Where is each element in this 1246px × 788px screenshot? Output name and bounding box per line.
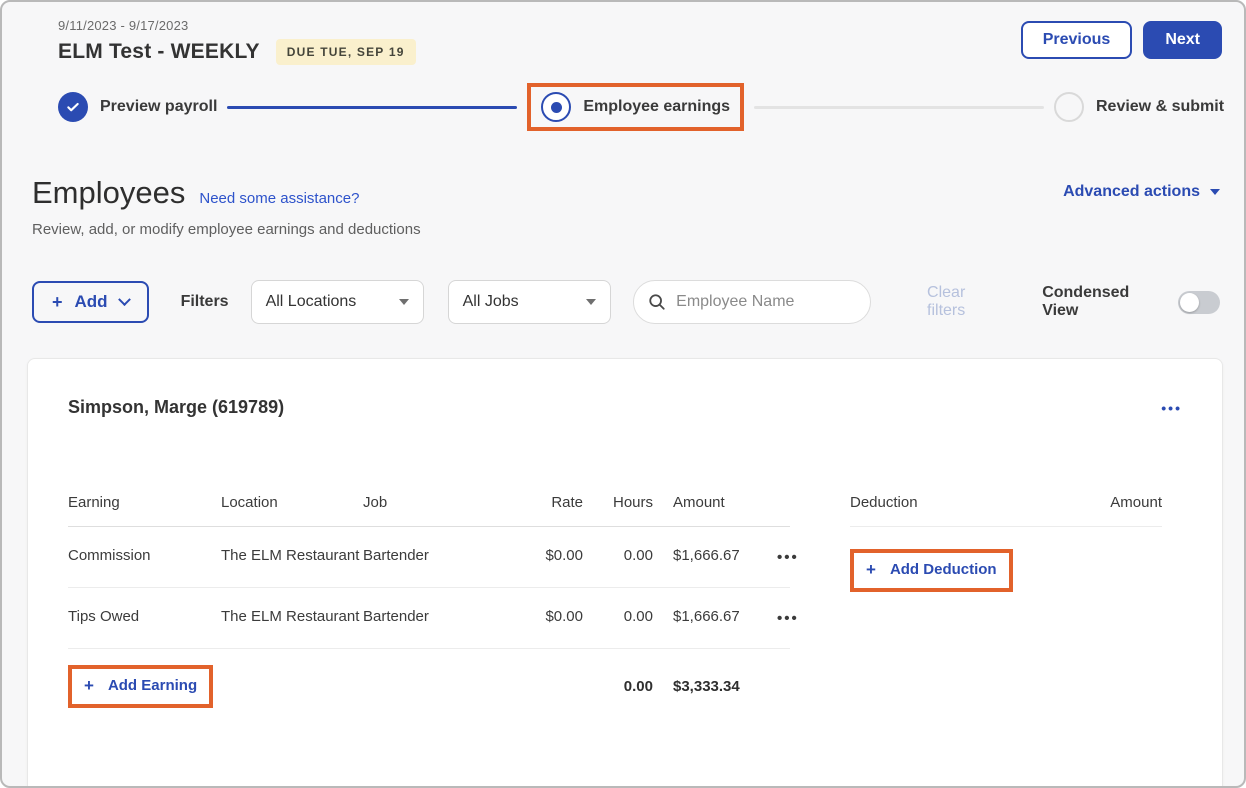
previous-button[interactable]: Previous	[1021, 21, 1133, 59]
employee-search[interactable]	[633, 280, 871, 324]
col-rate: Rate	[513, 492, 583, 514]
earning-hours: 0.00	[583, 606, 653, 628]
toggle-knob	[1180, 293, 1199, 312]
employee-name: Simpson, Marge (619789)	[68, 397, 284, 418]
advanced-actions-dropdown[interactable]: Advanced actions	[1063, 183, 1220, 201]
earning-row-menu-ellipsis-icon[interactable]: •••	[777, 545, 799, 569]
job-filter-value: All Jobs	[463, 293, 519, 311]
annotation-box-employee-earnings: Employee earnings	[527, 83, 744, 131]
search-icon	[648, 293, 666, 311]
add-earning-label: Add Earning	[108, 677, 197, 694]
earning-row: Tips Owed The ELM Restaurant Bartender $…	[68, 588, 790, 649]
col-earning: Earning	[68, 492, 221, 514]
clear-filters-button[interactable]: Clear filters	[927, 284, 1004, 320]
step-label: Employee earnings	[583, 98, 730, 116]
stepper-connector-done	[227, 106, 517, 109]
step-label: Review & submit	[1096, 98, 1224, 116]
radio-empty-icon	[1054, 92, 1084, 122]
filters-label: Filters	[181, 293, 229, 311]
total-hours: 0.00	[583, 676, 653, 698]
step-review-submit[interactable]: Review & submit	[1054, 92, 1224, 122]
earning-location: The ELM Restaurant	[221, 545, 363, 567]
col-deduction-amount: Amount	[1052, 492, 1162, 514]
step-preview-payroll[interactable]: Preview payroll	[58, 92, 217, 122]
caret-down-icon	[586, 299, 596, 305]
step-label: Preview payroll	[100, 98, 217, 116]
col-deduction: Deduction	[850, 492, 1052, 514]
col-job: Job	[363, 492, 513, 514]
earning-row-menu-ellipsis-icon[interactable]: •••	[777, 606, 799, 630]
page-header: 9/11/2023 - 9/17/2023 ELM Test - WEEKLY …	[2, 2, 1244, 65]
plus-icon: +	[866, 561, 876, 578]
col-location: Location	[221, 492, 363, 514]
earning-amount: $1,666.67	[653, 606, 777, 628]
annotation-box-add-deduction: + Add Deduction	[850, 549, 1013, 592]
annotation-box-add-earning: + Add Earning	[68, 665, 213, 708]
add-deduction-button[interactable]: + Add Deduction	[866, 561, 997, 578]
employee-search-input[interactable]	[676, 293, 856, 311]
employees-section-header: Employees Need some assistance? Review, …	[32, 175, 1220, 238]
caret-down-icon	[399, 299, 409, 305]
payroll-title: ELM Test - WEEKLY	[58, 40, 260, 64]
earnings-header-row: Earning Location Job Rate Hours Amount	[68, 492, 790, 527]
total-amount: $3,333.34	[653, 676, 777, 698]
payroll-page: 9/11/2023 - 9/17/2023 ELM Test - WEEKLY …	[0, 0, 1246, 788]
radio-selected-icon	[541, 92, 571, 122]
chevron-down-icon	[118, 293, 131, 306]
earning-row: Commission The ELM Restaurant Bartender …	[68, 527, 790, 588]
employees-heading: Employees	[32, 175, 185, 211]
col-amount: Amount	[653, 492, 777, 514]
employees-toolbar: + Add Filters All Locations All Jobs Cle…	[32, 280, 1220, 324]
earning-rate: $0.00	[513, 606, 583, 628]
add-button[interactable]: + Add	[32, 281, 149, 323]
chevron-down-icon	[1210, 189, 1220, 195]
job-filter-select[interactable]: All Jobs	[448, 280, 612, 324]
earnings-table: Earning Location Job Rate Hours Amount C…	[68, 492, 790, 714]
earning-rate: $0.00	[513, 545, 583, 567]
earning-amount: $1,666.67	[653, 545, 777, 567]
add-earning-button[interactable]: + Add Earning	[84, 677, 197, 694]
stepper-connector-todo	[754, 106, 1044, 109]
step-employee-earnings[interactable]: Employee earnings	[541, 92, 730, 122]
assistance-link[interactable]: Need some assistance?	[199, 190, 359, 207]
employees-subtitle: Review, add, or modify employee earnings…	[32, 221, 1220, 238]
next-button[interactable]: Next	[1143, 21, 1222, 59]
earning-job: Bartender	[363, 606, 513, 628]
deductions-table: Deduction Amount + Add Deduction	[850, 492, 1162, 592]
earning-location: The ELM Restaurant	[221, 606, 363, 628]
employee-menu-ellipsis-icon[interactable]: •••	[1161, 401, 1182, 415]
earning-job: Bartender	[363, 545, 513, 567]
advanced-actions-label: Advanced actions	[1063, 183, 1200, 201]
payroll-stepper: Preview payroll Employee earnings Review…	[58, 83, 1224, 131]
earning-hours: 0.00	[583, 545, 653, 567]
due-date-badge: DUE TUE, SEP 19	[276, 39, 416, 65]
col-hours: Hours	[583, 492, 653, 514]
plus-icon: +	[52, 293, 63, 311]
add-deduction-label: Add Deduction	[890, 561, 997, 578]
add-button-label: Add	[75, 292, 108, 312]
location-filter-select[interactable]: All Locations	[251, 280, 424, 324]
earning-name: Tips Owed	[68, 606, 221, 628]
location-filter-value: All Locations	[266, 293, 357, 311]
deductions-header-row: Deduction Amount	[850, 492, 1162, 527]
earnings-total-row: + Add Earning 0.00 $3,333.34	[68, 649, 790, 714]
condensed-view-label: Condensed View	[1042, 284, 1164, 320]
check-icon	[58, 92, 88, 122]
earning-name: Commission	[68, 545, 221, 567]
condensed-view-toggle[interactable]	[1178, 291, 1220, 314]
employee-card: Simpson, Marge (619789) ••• Earning Loca…	[27, 358, 1223, 788]
plus-icon: +	[84, 677, 94, 694]
